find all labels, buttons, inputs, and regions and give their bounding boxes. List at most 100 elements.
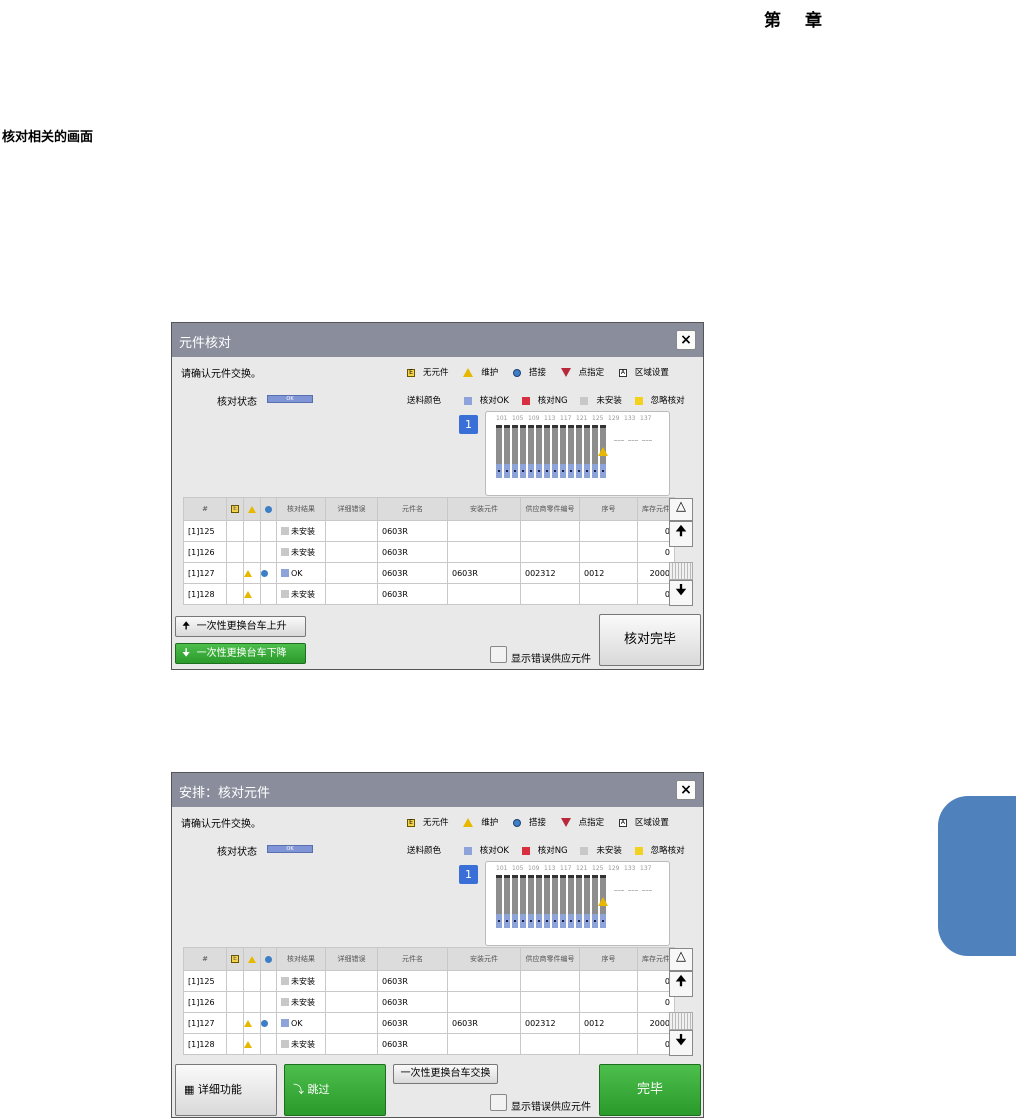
feeder-slot[interactable] bbox=[496, 875, 502, 928]
cart-up-button[interactable]: 🠉 一次性更换台车上升 bbox=[175, 616, 306, 637]
table-row[interactable]: [1]125 未安装 0603R 0 bbox=[183, 520, 675, 542]
feeder-slot[interactable] bbox=[568, 875, 574, 928]
scroll-top-button[interactable]: △ bbox=[669, 948, 693, 971]
feeder-slot[interactable] bbox=[584, 425, 590, 478]
feeder-slot[interactable] bbox=[584, 875, 590, 928]
feeder-slot[interactable] bbox=[512, 425, 518, 478]
scroll-up-button[interactable]: 🠉 bbox=[669, 971, 693, 997]
cell-number: [1]126 bbox=[183, 991, 227, 1013]
cell-number: [1]126 bbox=[183, 541, 227, 563]
skip-button[interactable]: ⤵ 跳过 bbox=[284, 1064, 386, 1116]
splice-icon bbox=[512, 368, 521, 377]
scroll-top-button[interactable]: △ bbox=[669, 498, 693, 521]
feeder-slot[interactable] bbox=[544, 425, 550, 478]
table-number-badge[interactable]: 1 bbox=[459, 865, 478, 884]
cell-mounted-component bbox=[447, 970, 521, 992]
cell-detail-error bbox=[325, 541, 378, 563]
feeder-slot[interactable] bbox=[504, 875, 510, 928]
scroll-grip[interactable] bbox=[669, 562, 693, 580]
cart-down-button[interactable]: 🠋 一次性更换台车下降 bbox=[175, 643, 306, 664]
feeder-slot[interactable] bbox=[520, 875, 526, 928]
cell-mounted-component bbox=[447, 520, 521, 542]
table-row[interactable]: [1]128 未安装 0603R 0 bbox=[183, 1033, 675, 1055]
column-header: # bbox=[183, 497, 227, 521]
slot-warning-icon bbox=[598, 897, 608, 906]
cell-detail-error bbox=[325, 1033, 378, 1055]
cell-number: [1]128 bbox=[183, 583, 227, 605]
cell-maintenance bbox=[243, 991, 261, 1013]
table-row[interactable]: [1]127 OK 0603R 0603R 002312 0012 2000 bbox=[183, 562, 675, 584]
finish-button[interactable]: 完毕 bbox=[599, 1064, 701, 1116]
cell-no-component bbox=[226, 520, 244, 542]
arrow-down-icon: 🠋 bbox=[675, 1033, 687, 1048]
show-error-vendor-checkbox[interactable] bbox=[490, 646, 507, 663]
cart-exchange-button[interactable]: 一次性更换台车交换 bbox=[393, 1064, 498, 1084]
table-row[interactable]: [1]126 未安装 0603R 0 bbox=[183, 541, 675, 563]
feeder-slot[interactable] bbox=[528, 425, 534, 478]
column-header: 详细错误 bbox=[325, 497, 378, 521]
table-row[interactable]: [1]127 OK 0603R 0603R 002312 0012 2000 bbox=[183, 1012, 675, 1034]
feeder-slot[interactable] bbox=[536, 875, 542, 928]
cell-component-name: 0603R bbox=[377, 583, 448, 605]
feeder-slot[interactable] bbox=[576, 425, 582, 478]
cell-serial bbox=[579, 991, 638, 1013]
close-button[interactable]: × bbox=[676, 330, 696, 350]
cell-splice bbox=[260, 970, 277, 992]
scroll-grip[interactable] bbox=[669, 1012, 693, 1030]
prompt-text: 请确认元件交换。 bbox=[181, 819, 261, 830]
cell-no-component bbox=[226, 1033, 244, 1055]
empty-slot-marker bbox=[628, 890, 638, 891]
feeder-slot[interactable] bbox=[528, 875, 534, 928]
finish-verify-button[interactable]: 核对完毕 bbox=[599, 614, 701, 666]
splice-icon bbox=[265, 955, 272, 963]
table-row[interactable]: [1]125 未安装 0603R 0 bbox=[183, 970, 675, 992]
table-header-row: # E 核对结果 详细错误 元件名 安装元件 供应商零件编号 序号 库存元件 bbox=[183, 497, 675, 521]
dialog-title: 安排：核对元件 bbox=[179, 786, 271, 801]
feeder-slot[interactable] bbox=[552, 875, 558, 928]
scroll-down-button[interactable]: 🠋 bbox=[669, 580, 693, 606]
feeder-slot[interactable] bbox=[560, 425, 566, 478]
cell-maintenance bbox=[243, 970, 261, 992]
scroll-up-button[interactable]: 🠉 bbox=[669, 521, 693, 547]
cell-number: [1]125 bbox=[183, 520, 227, 542]
cell-result: 未安装 bbox=[276, 583, 326, 605]
feeder-slot[interactable] bbox=[536, 425, 542, 478]
empty-slot-marker bbox=[642, 890, 652, 891]
legend-point-specified: 点指定 bbox=[578, 818, 605, 828]
feed-color-legend: 送料颜色 核对OK 核对NG 未安装 忽略核对 bbox=[407, 394, 685, 406]
double-chevron-up-icon: △ bbox=[676, 499, 686, 514]
cell-serial bbox=[579, 520, 638, 542]
column-header: 核对结果 bbox=[276, 497, 326, 521]
detail-function-button[interactable]: ▦ 详细功能 bbox=[175, 1064, 277, 1116]
feeder-slot[interactable] bbox=[544, 875, 550, 928]
slot-number: 133 bbox=[624, 865, 636, 872]
legend-not-mounted: 未安装 bbox=[596, 846, 622, 856]
cell-detail-error bbox=[325, 583, 378, 605]
feeder-slot[interactable] bbox=[496, 425, 502, 478]
table-row[interactable]: [1]128 未安装 0603R 0 bbox=[183, 583, 675, 605]
column-header: 元件名 bbox=[377, 947, 448, 971]
arrow-up-icon: 🠉 bbox=[675, 974, 687, 989]
scroll-down-button[interactable]: 🠋 bbox=[669, 1030, 693, 1056]
feeder-slot[interactable] bbox=[552, 425, 558, 478]
cell-no-component bbox=[226, 970, 244, 992]
show-error-vendor-checkbox[interactable] bbox=[490, 1094, 507, 1111]
legend-ignore-verify: 忽略核对 bbox=[650, 396, 685, 406]
cell-vendor-part-no bbox=[520, 970, 580, 992]
col-splice bbox=[260, 947, 277, 971]
no-component-icon: E bbox=[407, 368, 415, 377]
legend-area-setting: 区域设置 bbox=[634, 818, 669, 828]
feeder-slot[interactable] bbox=[512, 875, 518, 928]
close-button[interactable]: × bbox=[676, 780, 696, 800]
feeder-slot[interactable] bbox=[520, 425, 526, 478]
table-row[interactable]: [1]126 未安装 0603R 0 bbox=[183, 991, 675, 1013]
feeder-slot[interactable] bbox=[576, 875, 582, 928]
slot-number: 129 bbox=[608, 865, 620, 872]
feeder-slot[interactable] bbox=[504, 425, 510, 478]
cell-vendor-part-no bbox=[520, 1033, 580, 1055]
table-number-badge[interactable]: 1 bbox=[459, 415, 478, 434]
feeder-slot[interactable] bbox=[568, 425, 574, 478]
feeder-slot[interactable] bbox=[560, 875, 566, 928]
cell-splice bbox=[260, 562, 277, 584]
slot-number: 121 bbox=[576, 865, 588, 872]
